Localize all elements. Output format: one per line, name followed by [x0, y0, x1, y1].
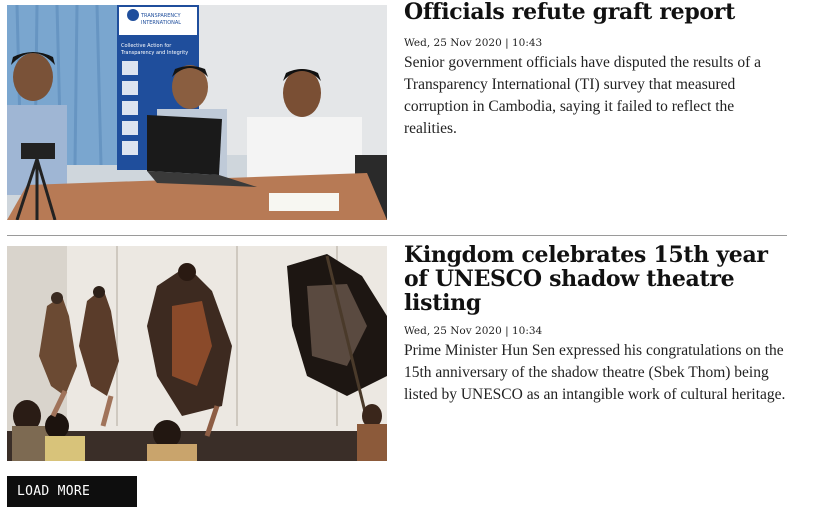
- article-text: Kingdom celebrates 15th year of UNESCO s…: [404, 243, 788, 406]
- article-text: Officials refute graft report Wed, 25 No…: [404, 0, 788, 140]
- article-date: Wed, 25 Nov 2020 | 10:43: [404, 37, 543, 49]
- article-thumbnail-press-conference[interactable]: TRANSPARENCY INTERNATIONAL Collective Ac…: [7, 5, 387, 220]
- article-headline[interactable]: Officials refute graft report: [404, 0, 788, 24]
- shadow-theatre-image: [7, 246, 387, 461]
- banner-text-line-4: Transparency and Integrity: [120, 50, 188, 56]
- article-thumbnail-shadow-theatre[interactable]: [7, 246, 387, 461]
- article-divider: [7, 235, 787, 236]
- article-summary: Prime Minister Hun Sen expressed his con…: [404, 342, 786, 403]
- banner-text-line-1: TRANSPARENCY: [140, 13, 182, 19]
- article-date: Wed, 25 Nov 2020 | 10:34: [404, 325, 543, 337]
- load-more-button[interactable]: LOAD MORE: [7, 476, 137, 507]
- article-headline[interactable]: Kingdom celebrates 15th year of UNESCO s…: [404, 243, 788, 315]
- article-item[interactable]: Kingdom celebrates 15th year of UNESCO s…: [7, 243, 788, 461]
- article-summary: Senior government officials have dispute…: [404, 54, 761, 137]
- press-conference-image: TRANSPARENCY INTERNATIONAL Collective Ac…: [7, 5, 387, 220]
- banner-text-line-2: INTERNATIONAL: [141, 20, 181, 26]
- article-item[interactable]: TRANSPARENCY INTERNATIONAL Collective Ac…: [7, 0, 787, 220]
- banner-text-line-3: Collective Action for: [121, 43, 172, 49]
